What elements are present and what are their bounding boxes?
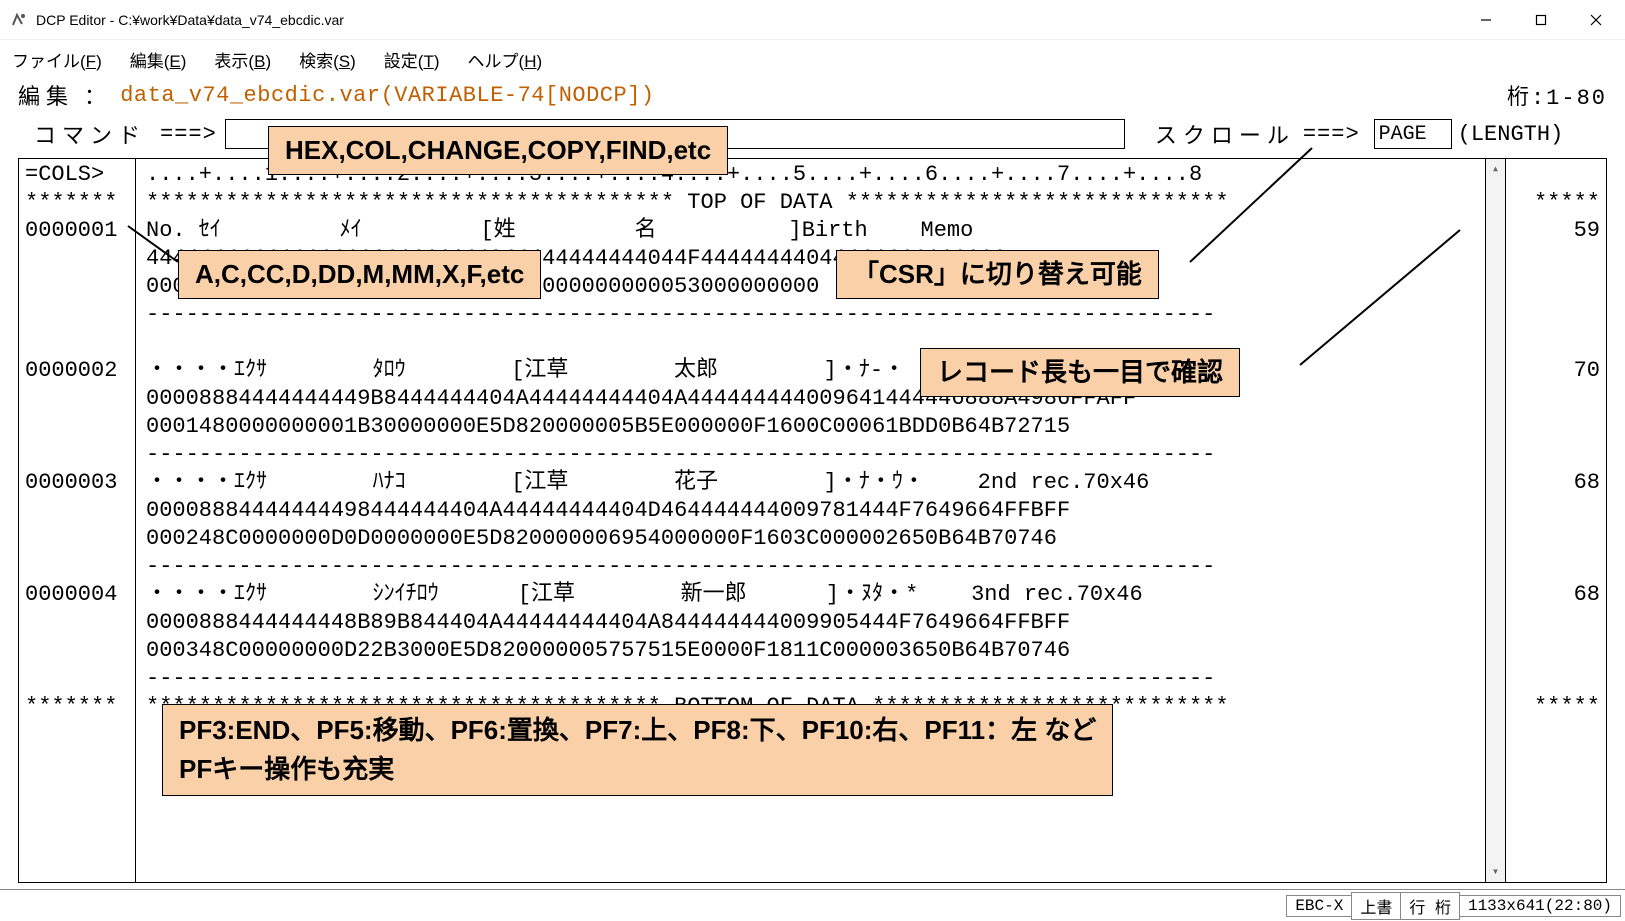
minimize-button[interactable]: [1458, 0, 1513, 39]
gutter-line: [1512, 161, 1600, 189]
data-line: 000348C00000000D22B3000E5D82000000575751…: [146, 637, 1475, 665]
gutter-line: 59: [1512, 217, 1600, 245]
gutter-line: [1512, 273, 1600, 301]
gutter-line: [1512, 497, 1600, 525]
annotation-pf-hint: PF3:END、PF5:移動、PF6:置換、PF7:上、PF8:下、PF10:右…: [162, 704, 1113, 796]
rowcol-cell: 行 桁: [1400, 892, 1460, 920]
scroll-label: スクロール: [1155, 118, 1295, 150]
data-line: ・・・・ｴｸｻ ﾊﾅｺ [江草 花子 ]・ﾅ・ｳ・ 2nd rec.70x46: [146, 469, 1475, 497]
data-line: ----------------------------------------…: [146, 553, 1475, 581]
data-line: 0000888444444448B89B844404A44444444404A8…: [146, 609, 1475, 637]
gutter-line: [1512, 525, 1600, 553]
gutter-line: 0000003: [25, 469, 129, 497]
annotation-length-hint: レコード長も一目で確認: [920, 348, 1240, 397]
gutter-line: 0000002: [25, 357, 129, 385]
gutter-line: [1512, 637, 1600, 665]
arrow-icon: ===>: [1303, 122, 1360, 147]
gutter-line: [25, 413, 129, 441]
close-button[interactable]: [1568, 0, 1623, 39]
vertical-scrollbar[interactable]: ▴ ▾: [1485, 158, 1505, 883]
data-line: ****************************************…: [146, 189, 1475, 217]
window-controls: [1458, 0, 1623, 39]
separator: ：: [84, 79, 107, 111]
gutter-line: =COLS>: [25, 161, 129, 189]
app-icon: [10, 11, 28, 29]
length-gutter: *****59706868*****: [1505, 158, 1607, 883]
mode-label: 編集: [18, 79, 74, 111]
gutter-line: [25, 441, 129, 469]
gutter-line: [25, 637, 129, 665]
dataset-name: data_v74_ebcdic.var(VARIABLE-74[NODCP]): [120, 83, 654, 108]
data-line: ----------------------------------------…: [146, 301, 1475, 329]
gutter-line: *******: [25, 189, 129, 217]
gutter-line: [25, 665, 129, 693]
maximize-button[interactable]: [1513, 0, 1568, 39]
gutter-line: [1512, 441, 1600, 469]
annotation-line-commands: A,C,CC,D,DD,M,MM,X,F,etc: [178, 250, 541, 299]
annotation-scroll-hint: 「CSR」に切り替え可能: [836, 250, 1159, 299]
viewport-size-cell: 1133x641(22:80): [1459, 895, 1621, 917]
data-line: 00008884444444498444444404A44444444404D4…: [146, 497, 1475, 525]
gutter-line: [25, 329, 129, 357]
gutter-line: [25, 245, 129, 273]
gutter-line: *****: [1512, 693, 1600, 721]
gutter-line: [25, 273, 129, 301]
data-line: 000248C0000000D0D0000000E5D8200000069540…: [146, 525, 1475, 553]
menu-item-s[interactable]: 検索(S): [299, 47, 356, 72]
gutter-line: [25, 525, 129, 553]
data-line: 0001480000000001B30000000E5D820000005B5E…: [146, 413, 1475, 441]
length-label: (LENGTH): [1458, 122, 1564, 147]
app-name: DCP Editor: [36, 12, 106, 28]
columns-indicator: 桁:1-80: [1507, 79, 1607, 111]
data-line: [146, 329, 1475, 357]
arrow-icon: ===>: [160, 122, 217, 147]
data-line: ・・・・ｴｸｻ ｼﾝｲﾁﾛｳ [江草 新一郎 ]・ﾇﾀ・* 3nd rec.70…: [146, 581, 1475, 609]
gutter-line: 70: [1512, 357, 1600, 385]
gutter-line: [25, 301, 129, 329]
data-line: ----------------------------------------…: [146, 441, 1475, 469]
encoding-cell: EBC-X: [1286, 895, 1352, 917]
menu-item-h[interactable]: ヘルプ(H): [468, 47, 543, 72]
gutter-line: [1512, 665, 1600, 693]
command-row: コマンド ===> スクロール ===> (LENGTH): [0, 112, 1625, 156]
insert-mode-cell: 上書: [1351, 892, 1401, 920]
gutter-line: [1512, 245, 1600, 273]
command-label: コマンド: [34, 118, 146, 150]
title-text: DCP Editor - C:¥work¥Data¥data_v74_ebcdi…: [36, 12, 344, 28]
menu-item-b[interactable]: 表示(B): [214, 47, 271, 72]
gutter-line: [25, 609, 129, 637]
gutter-line: [25, 497, 129, 525]
annotation-command-hint: HEX,COL,CHANGE,COPY,FIND,etc: [268, 126, 728, 175]
scroll-down-icon[interactable]: ▾: [1486, 862, 1505, 882]
gutter-line: 0000001: [25, 217, 129, 245]
gutter-line: [1512, 413, 1600, 441]
menu-item-f[interactable]: ファイル(F): [12, 47, 102, 72]
gutter-line: [1512, 553, 1600, 581]
gutter-line: [1512, 329, 1600, 357]
info-line: 編集 ： data_v74_ebcdic.var(VARIABLE-74[NOD…: [0, 78, 1625, 112]
gutter-line: [1512, 301, 1600, 329]
gutter-line: 0000004: [25, 581, 129, 609]
gutter-line: [25, 385, 129, 413]
line-number-gutter[interactable]: =COLS> *******00000010000002000000300000…: [18, 158, 136, 883]
titlebar: DCP Editor - C:¥work¥Data¥data_v74_ebcdi…: [0, 0, 1625, 40]
file-path: C:¥work¥Data¥data_v74_ebcdic.var: [118, 12, 344, 28]
data-line: ・・・・ｴｸｻ ﾀﾛｳ [江草 太郎 ]・ﾅ-・ first rec.78x48: [146, 357, 1475, 385]
gutter-line: *****: [1512, 189, 1600, 217]
data-line: 00008884444444449B8444444404A44444444404…: [146, 385, 1475, 413]
gutter-line: [1512, 385, 1600, 413]
menu-item-t[interactable]: 設定(T): [384, 47, 440, 72]
data-line: ----------------------------------------…: [146, 665, 1475, 693]
menubar: ファイル(F) 編集(E) 表示(B) 検索(S) 設定(T) ヘルプ(H): [0, 40, 1625, 78]
gutter-line: 68: [1512, 581, 1600, 609]
data-line: No. ｾｲ ﾒｲ [姓 名 ]Birth Memo: [146, 217, 1475, 245]
statusbar: EBC-X 上書 行 桁 1133x641(22:80): [0, 889, 1625, 921]
scroll-input[interactable]: [1374, 119, 1452, 149]
scroll-up-icon[interactable]: ▴: [1486, 159, 1505, 179]
gutter-line: *******: [25, 693, 129, 721]
gutter-line: [25, 553, 129, 581]
menu-item-e[interactable]: 編集(E): [130, 47, 187, 72]
gutter-line: [1512, 609, 1600, 637]
gutter-line: 68: [1512, 469, 1600, 497]
